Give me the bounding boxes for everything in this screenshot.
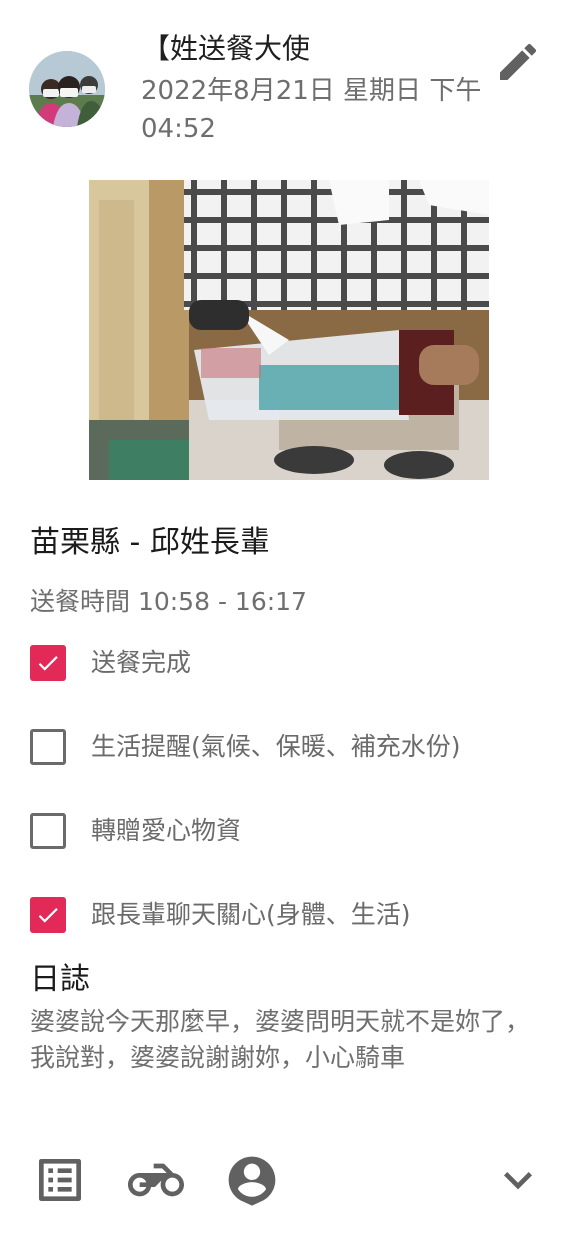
checkbox-unchecked[interactable] <box>30 729 66 765</box>
checklist-label: 生活提醒(氣候、保暖、補充水份) <box>91 732 461 761</box>
checklist-item-chat-care[interactable]: 跟長輩聊天關心(身體、生活) <box>30 895 550 935</box>
delivery-time: 送餐時間 10:58 - 16:17 <box>30 587 307 616</box>
checkbox-unchecked[interactable] <box>30 813 66 849</box>
delivery-route-button[interactable] <box>128 1152 184 1208</box>
expand-button[interactable] <box>490 1152 546 1208</box>
checklist-label: 轉贈愛心物資 <box>91 816 242 845</box>
author-name: 【姓送餐大使 <box>142 32 311 65</box>
checklist-item-life-reminder[interactable]: 生活提醒(氣候、保暖、補充水份) <box>30 727 550 767</box>
bottom-toolbar <box>0 1140 580 1220</box>
avatar-photo <box>29 51 105 127</box>
list-icon <box>39 1159 81 1201</box>
checkmark-icon <box>38 908 58 923</box>
delivery-photo[interactable] <box>89 180 489 480</box>
checklist-label: 送餐完成 <box>91 648 192 677</box>
recipient-location-button[interactable] <box>224 1152 280 1208</box>
delivery-record-card: 【姓送餐大使 2022年8月21日 星期日 下午04:52 苗栗縣 - 邱姓長輩… <box>0 0 580 1236</box>
delivery-photo-image <box>89 180 489 480</box>
log-text: 婆婆說今天那麼早，婆婆問明天就不是妳了，我說對，婆婆說謝謝妳，小心騎車 <box>30 1007 531 1072</box>
edit-button[interactable] <box>494 38 542 86</box>
checklist-item-meal-delivered[interactable]: 送餐完成 <box>30 643 550 683</box>
checkmark-icon <box>38 656 58 671</box>
list-button[interactable] <box>32 1152 88 1208</box>
checkbox-checked[interactable] <box>30 897 66 933</box>
post-timestamp: 2022年8月21日 星期日 下午04:52 <box>141 76 482 144</box>
pencil-icon <box>500 43 537 80</box>
checkbox-checked[interactable] <box>30 645 66 681</box>
checklist-label: 跟長輩聊天關心(身體、生活) <box>91 900 411 929</box>
avatar[interactable] <box>29 51 105 127</box>
motorcycle-icon <box>128 1163 184 1197</box>
recipient-name: 苗栗縣 - 邱姓長輩 <box>30 525 270 560</box>
log-title: 日誌 <box>30 962 90 997</box>
person-pin-icon <box>228 1156 276 1206</box>
post-header: 【姓送餐大使 2022年8月21日 星期日 下午04:52 <box>0 0 580 170</box>
chevron-down-icon <box>504 1172 532 1190</box>
checklist-item-donated-supplies[interactable]: 轉贈愛心物資 <box>30 811 550 851</box>
